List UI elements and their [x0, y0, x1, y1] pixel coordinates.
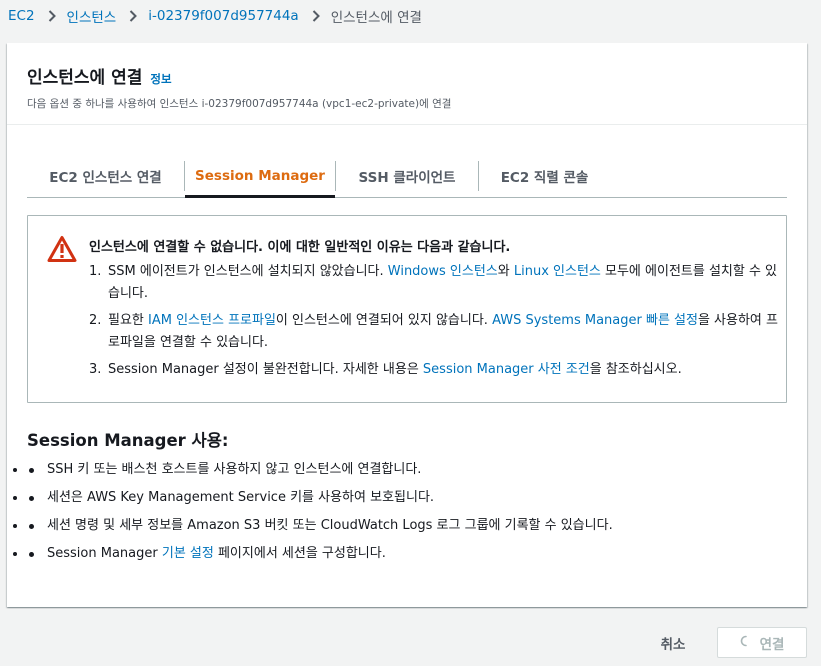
alert-heading: 인스턴스에 연결할 수 없습니다. 이에 대한 일반적인 이유는 다음과 같습니… — [89, 240, 511, 255]
alert-reason-text: Session Manager 설정이 불완전합니다. 자세한 내용은 Sess… — [108, 359, 682, 381]
reason-text: 필요한 — [108, 313, 149, 328]
connect-panel: 인스턴스에 연결 정보 다음 옵션 중 하나를 사용하여 인스턴스 i-0237… — [7, 43, 807, 607]
alert-reason-item: 3. Session Manager 설정이 불완전합니다. 자세한 내용은 S… — [89, 359, 779, 381]
tab-label: Session Manager — [195, 168, 325, 184]
iam-instance-profile-link[interactable]: IAM 인스턴스 프로파일 — [148, 313, 276, 328]
chevron-right-icon — [312, 10, 320, 22]
list-number: 1. — [89, 264, 102, 279]
tab-ec2-instance-connect[interactable]: EC2 인스턴스 연결 — [27, 155, 184, 197]
usage-text: Session Manager — [47, 546, 162, 561]
windows-instances-link[interactable]: Windows 인스턴스 — [388, 264, 498, 279]
page-title: 인스턴스에 연결 — [27, 68, 143, 88]
preferences-link[interactable]: 기본 설정 — [162, 546, 214, 561]
list-number: 3. — [89, 362, 102, 377]
alert-reason-item: 2. 필요한 IAM 인스턴스 프로파일이 인스턴스에 연결되어 있지 않습니다… — [89, 310, 779, 354]
tab-ec2-serial-console[interactable]: EC2 직렬 콘솔 — [479, 155, 610, 197]
alert-reason-text: SSM 에이전트가 인스턴스에 설치되지 않았습니다. Windows 인스턴스… — [108, 261, 779, 305]
reason-text: 이 인스턴스에 연결되어 있지 않습니다. — [275, 313, 493, 328]
breadcrumb: EC2 인스턴스 i-02379f007d957744a 인스턴스에 연결 — [8, 6, 422, 26]
chevron-right-icon — [129, 10, 138, 22]
page-subtitle: 다음 옵션 중 하나를 사용하여 인스턴스 i-02379f007d957744… — [27, 98, 452, 110]
usage-text: 페이지에서 세션을 구성합니다. — [213, 546, 386, 561]
reason-text: SSM 에이전트가 인스턴스에 설치되지 않았습니다. — [108, 264, 388, 279]
session-manager-prerequisites-link[interactable]: Session Manager 사전 조건 — [423, 362, 590, 377]
chevron-right-icon — [48, 10, 56, 22]
list-item: SSH 키 또는 배스천 호스트를 사용하지 않고 인스턴스에 연결합니다. — [27, 460, 787, 488]
cancel-button[interactable]: 취소 — [646, 628, 700, 658]
tab-ssh-client[interactable]: SSH 클라이언트 — [336, 155, 478, 197]
spinner-icon — [740, 635, 752, 650]
panel-header: 인스턴스에 연결 정보 다음 옵션 중 하나를 사용하여 인스턴스 i-0237… — [7, 43, 807, 125]
list-item: Session Manager 기본 설정 페이지에서 세션을 구성합니다. — [27, 544, 787, 572]
breadcrumb-instance-id[interactable]: i-02379f007d957744a — [148, 8, 298, 24]
tab-label: EC2 인스턴스 연결 — [49, 170, 162, 186]
alert-reason-list: 1. SSM 에이전트가 인스턴스에 설치되지 않았습니다. Windows 인… — [89, 261, 779, 386]
reason-text: Session Manager 설정이 불완전합니다. 자세한 내용은 — [108, 362, 423, 377]
connect-button[interactable]: 연결 — [717, 627, 807, 658]
alert-reason-item: 1. SSM 에이전트가 인스턴스에 설치되지 않았습니다. Windows 인… — [89, 261, 779, 305]
reason-text: 와 — [497, 264, 514, 279]
tab-label: EC2 직렬 콘솔 — [500, 170, 589, 186]
usage-list: SSH 키 또는 배스천 호스트를 사용하지 않고 인스턴스에 연결합니다. 세… — [27, 460, 787, 572]
breadcrumb-ec2[interactable]: EC2 — [8, 8, 35, 24]
error-alert: 인스턴스에 연결할 수 없습니다. 이에 대한 일반적인 이유는 다음과 같습니… — [27, 215, 787, 403]
breadcrumb-instances[interactable]: 인스턴스 — [67, 6, 117, 26]
warning-icon — [47, 235, 77, 267]
info-link[interactable]: 정보 — [150, 71, 171, 87]
usage-heading: Session Manager 사용: — [27, 431, 229, 450]
reason-text: 을 참조하십시오. — [589, 362, 682, 377]
tab-session-manager[interactable]: Session Manager — [185, 155, 335, 198]
list-item: 세션은 AWS Key Management Service 키를 사용하여 보… — [27, 488, 787, 516]
linux-instances-link[interactable]: Linux 인스턴스 — [514, 264, 601, 279]
list-number: 2. — [89, 313, 102, 328]
breadcrumb-current: 인스턴스에 연결 — [330, 10, 422, 26]
alert-reason-text: 필요한 IAM 인스턴스 프로파일이 인스턴스에 연결되어 있지 않습니다. A… — [108, 310, 779, 354]
connect-button-label: 연결 — [759, 636, 785, 652]
tab-label: SSH 클라이언트 — [358, 170, 456, 186]
connection-tabs: EC2 인스턴스 연결 Session Manager SSH 클라이언트 EC… — [27, 155, 787, 198]
systems-manager-quick-setup-link[interactable]: AWS Systems Manager 빠른 설정 — [492, 313, 698, 328]
list-item: 세션 명령 및 세부 정보를 Amazon S3 버킷 또는 CloudWatc… — [27, 516, 787, 544]
